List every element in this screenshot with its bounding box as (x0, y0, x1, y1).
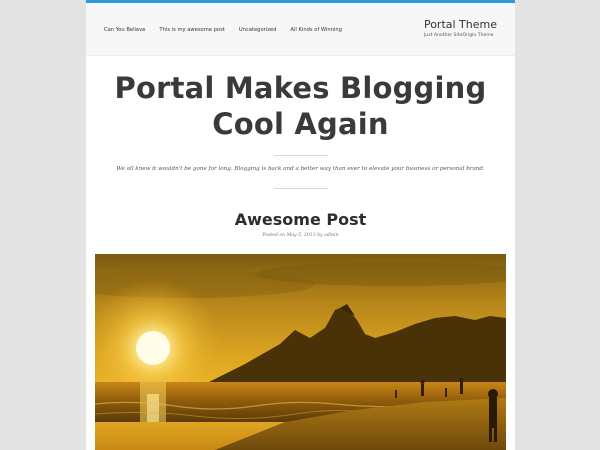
post-date-link[interactable]: May 5, 2013 (287, 233, 316, 238)
post-featured-image[interactable] (95, 254, 506, 450)
post-meta-prefix: Posted on (262, 233, 286, 238)
post-meta: Posted on May 5, 2013 by admin (86, 233, 515, 238)
main-nav: Can You Believe This is my awesome post … (104, 27, 356, 33)
hero-title-line-1: Portal Makes Blogging (114, 71, 487, 105)
nav-item-uncategorized[interactable]: Uncategorized (239, 27, 277, 33)
sunset-beach-illustration (95, 254, 506, 450)
hero-description: We all knew it wouldn't be gone for long… (116, 166, 485, 172)
nav-item-awesome-post[interactable]: This is my awesome post (159, 27, 224, 33)
divider-top (274, 155, 328, 156)
post-author-link[interactable]: admin (324, 233, 338, 238)
nav-item-all-kinds-of-winning[interactable]: All Kinds of Winning (290, 27, 342, 33)
page-container: Can You Believe This is my awesome post … (86, 0, 515, 450)
site-title[interactable]: Portal Theme (424, 18, 497, 31)
hero-title-line-2: Cool Again (212, 107, 389, 141)
post-title[interactable]: Awesome Post (86, 210, 515, 229)
site-header: Can You Believe This is my awesome post … (86, 3, 515, 56)
site-tagline: Just Another SiteOrigin Theme (423, 33, 494, 38)
site-branding: Portal Theme Just Another SiteOrigin The… (424, 18, 497, 38)
hero-title: Portal Makes Blogging Cool Again (86, 70, 515, 142)
post-meta-by: by (317, 233, 323, 238)
divider-bottom (274, 188, 328, 189)
nav-item-can-you-believe[interactable]: Can You Believe (104, 27, 145, 33)
